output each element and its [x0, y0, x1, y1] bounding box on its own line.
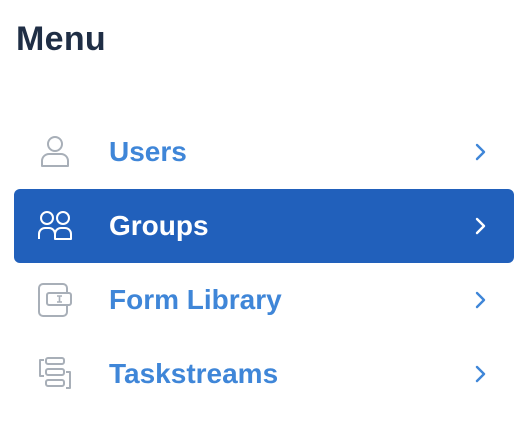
menu-item-label: Users	[109, 136, 187, 167]
menu-list: Users Groups Form Library Taskstreams	[14, 115, 514, 411]
menu-item-groups[interactable]: Groups	[14, 189, 514, 263]
form-library-icon	[36, 281, 74, 319]
group-icon	[36, 207, 74, 245]
menu-item-label: Form Library	[109, 284, 282, 315]
chevron-right-icon	[472, 363, 490, 385]
menu-item-users[interactable]: Users	[14, 115, 514, 189]
chevron-right-icon	[472, 289, 490, 311]
menu-item-form-library[interactable]: Form Library	[14, 263, 514, 337]
menu-item-label: Taskstreams	[109, 358, 279, 389]
menu-item-taskstreams[interactable]: Taskstreams	[14, 337, 514, 411]
user-icon	[36, 133, 74, 171]
chevron-right-icon	[472, 141, 490, 163]
taskstreams-icon	[36, 355, 74, 393]
chevron-right-icon	[472, 215, 490, 237]
menu-item-label: Groups	[109, 210, 209, 241]
menu-title: Menu	[16, 20, 106, 58]
